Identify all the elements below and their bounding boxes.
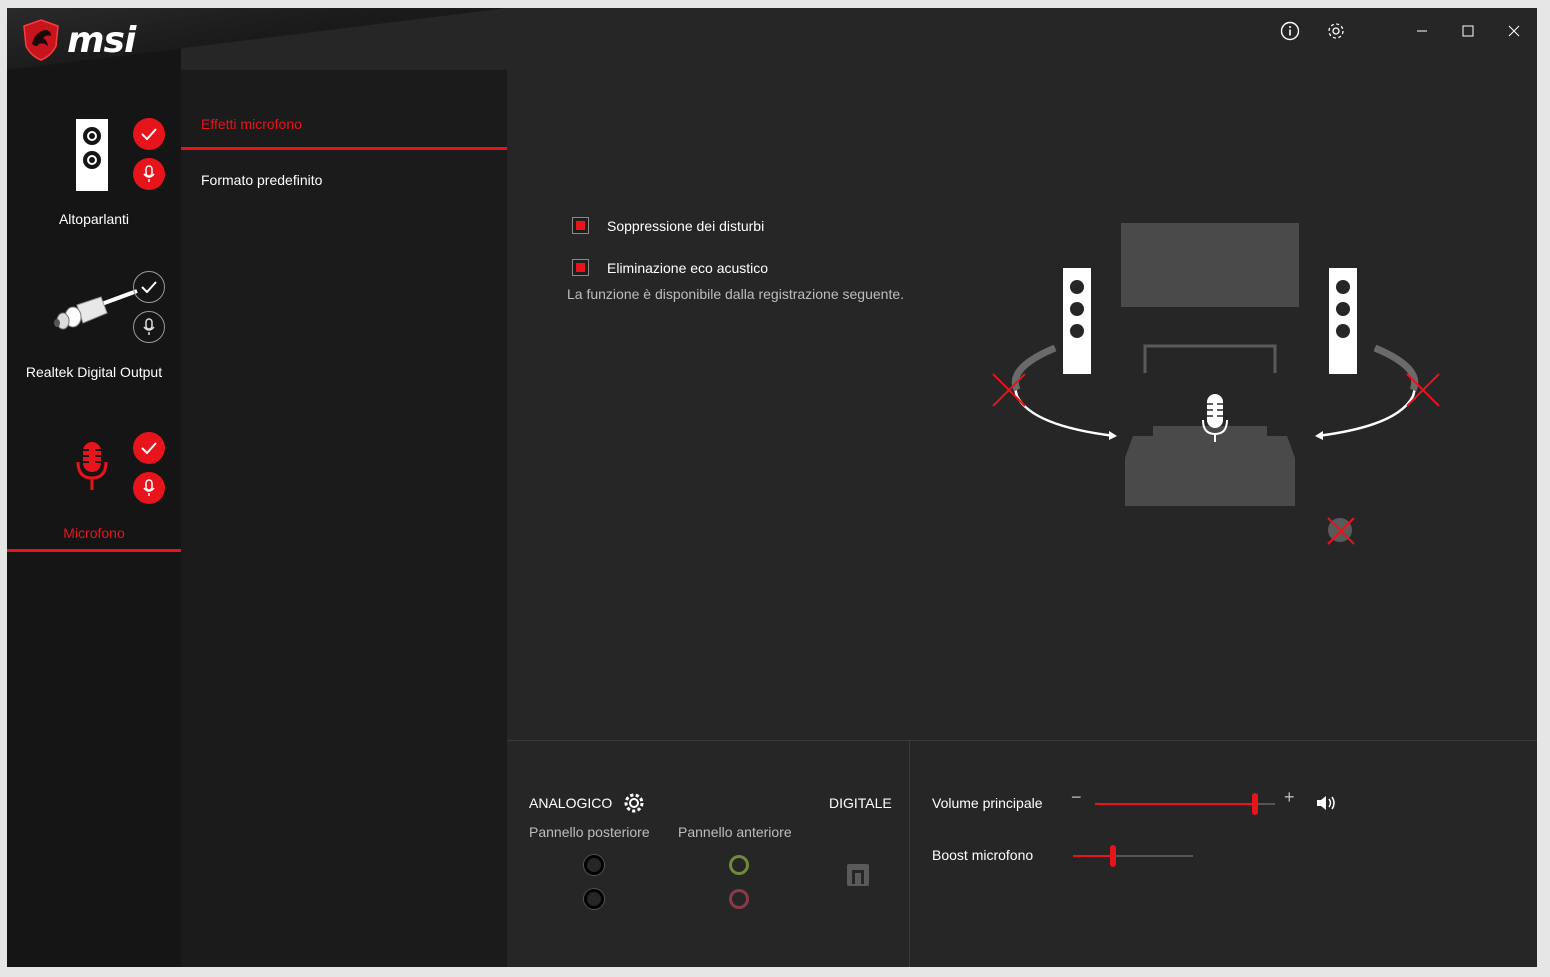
availability-note: La funzione è disponibile dalla registra… [567,286,905,302]
monitor-shape [1121,223,1299,307]
device-digital-output[interactable]: Realtek Digital Output [7,263,181,393]
checkbox-box[interactable] [572,217,589,234]
logo-text: msi [67,19,136,61]
cable-plug-icon [54,289,138,330]
block-x-right [1406,373,1440,407]
msi-shield-icon [23,19,59,61]
minimize-icon[interactable] [1407,16,1437,46]
device-label-digital-output: Realtek Digital Output [25,364,163,380]
panel-divider [909,741,910,967]
echo-cancellation-checkbox[interactable]: Eliminazione eco acustico [572,259,768,276]
digital-label: DIGITALE [829,795,892,811]
front-jack-pink[interactable] [729,889,749,909]
app-window: msi Altoparlanti Realtek Digital Output … [7,8,1537,967]
default-comm-mic-icon[interactable] [133,472,165,504]
msi-logo: msi [21,16,136,64]
device-label-speakers: Altoparlanti [58,211,130,227]
noise-suppression-checkbox[interactable]: Soppressione dei disturbi [572,217,764,234]
default-device-check-icon[interactable] [133,432,165,464]
microphone-icon [76,442,108,490]
speaker-volume-icon[interactable] [1315,794,1337,817]
settings-icon[interactable] [1321,16,1351,46]
active-device-indicator [7,549,181,552]
tab-microphone-effects[interactable]: Effetti microfono [181,113,507,150]
speaker-icon [76,119,108,191]
checkbox-box[interactable] [572,259,589,276]
main-volume-slider[interactable] [1095,793,1275,815]
front-jack-green[interactable] [729,855,749,875]
device-sidebar: msi Altoparlanti Realtek Digital Output … [7,8,507,967]
device-microphone[interactable]: Microfono [7,418,181,548]
bottom-panel: ANALOGICO DIGITALE Pannello posteriore P… [507,740,1537,967]
rear-panel-label: Pannello posteriore [529,824,650,840]
maximize-icon[interactable] [1453,16,1483,46]
mic-boost-slider[interactable] [1073,845,1193,867]
device-speakers[interactable]: Altoparlanti [7,108,181,238]
spdif-port-icon[interactable] [846,863,870,892]
checkbox-label: Soppressione dei disturbi [607,217,765,234]
checkbox-label: Eliminazione eco acustico [607,259,769,276]
echo-cancellation-illustration [992,223,1440,545]
mic-boost-label: Boost microfono [932,847,1034,863]
tab-default-format[interactable]: Formato predefinito [181,164,507,204]
tab-label: Formato predefinito [201,172,323,188]
default-device-check-icon[interactable] [133,118,165,150]
main-volume-label: Volume principale [932,795,1043,811]
info-icon[interactable] [1275,16,1305,46]
tab-label: Effetti microfono [201,116,302,132]
analog-settings-icon[interactable] [623,792,645,819]
volume-increase-button[interactable]: + [1284,787,1295,808]
block-x-left [992,373,1026,407]
default-device-check-icon[interactable] [133,271,165,303]
rear-jack-2[interactable] [584,889,604,909]
default-comm-mic-icon[interactable] [133,158,165,190]
volume-decrease-button[interactable]: − [1071,787,1082,808]
default-comm-mic-icon[interactable] [133,311,165,343]
analog-label: ANALOGICO [529,795,613,811]
front-panel-label: Pannello anteriore [678,824,792,840]
rear-jack-1[interactable] [584,855,604,875]
device-label-microphone: Microfono [63,525,125,541]
close-icon[interactable] [1499,16,1529,46]
desk-shape [1125,426,1295,506]
effects-tab-column: Effetti microfono Formato predefinito [181,70,507,967]
laptop-lid-shape [1143,344,1277,373]
